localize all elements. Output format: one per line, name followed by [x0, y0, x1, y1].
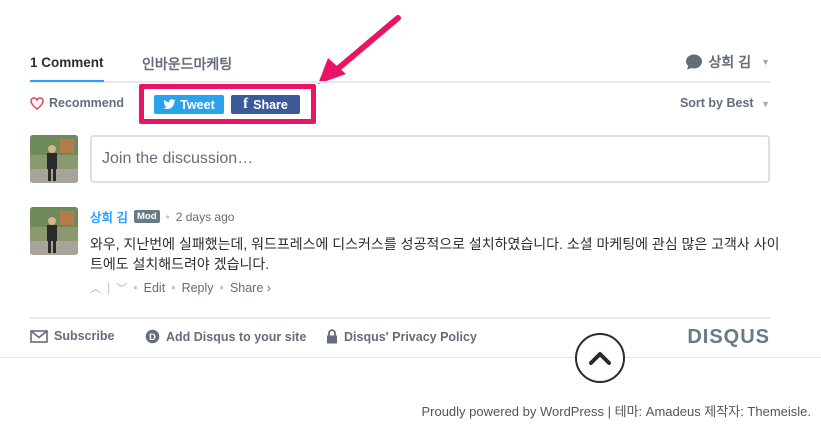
- privacy-link[interactable]: Disqus' Privacy Policy: [326, 329, 477, 344]
- speech-bubble-icon: [685, 54, 702, 70]
- disqus-logo[interactable]: DISQUS: [687, 326, 770, 349]
- share-highlight-box: Tweet f Share: [139, 84, 316, 124]
- dot-separator: •: [219, 281, 224, 295]
- tweet-label: Tweet: [180, 97, 215, 112]
- user-photo: [30, 207, 78, 255]
- comment-header: 상희 김 Mod • 2 days ago: [90, 207, 770, 226]
- facebook-f-icon: f: [243, 96, 249, 112]
- thread-nav: 1 Comment 인바운드마케팅 상희 김 ▼: [30, 43, 770, 83]
- recommend-button[interactable]: Recommend: [30, 96, 124, 110]
- user-name: 상희 김: [708, 54, 752, 70]
- dot-separator: •: [171, 281, 176, 295]
- add-disqus-label: Add Disqus to your site: [166, 329, 307, 344]
- thread-toolbar: Recommend Tweet f Share Sort by Best ▼: [30, 84, 770, 124]
- chevron-down-icon: ▼: [761, 99, 770, 109]
- sort-dropdown[interactable]: Sort by Best ▼: [680, 96, 770, 110]
- disqus-d-icon: D: [145, 329, 160, 344]
- svg-text:D: D: [149, 332, 156, 342]
- comment-actions: ︿ | ﹀ • Edit • Reply • Share ›: [90, 280, 770, 296]
- comment-text: 와우, 지난번에 실패했는데, 워드프레스에 디스커스를 성공적으로 설치하였습…: [90, 236, 780, 272]
- chevron-up-icon: [589, 352, 611, 365]
- lock-icon: [327, 329, 337, 344]
- disqus-thread: 1 Comment 인바운드마케팅 상희 김 ▼ Recommend Tweet: [30, 0, 779, 357]
- comment-input[interactable]: Join the discussion…: [90, 135, 770, 183]
- divider: |: [107, 281, 111, 295]
- facebook-share-button[interactable]: f Share: [231, 95, 300, 114]
- upvote-icon[interactable]: ︿: [90, 280, 101, 296]
- site-footer-credit: Proudly powered by WordPress | 테마: Amade…: [421, 404, 811, 419]
- user-menu[interactable]: 상희 김 ▼: [685, 52, 770, 72]
- mod-badge: Mod: [133, 210, 160, 223]
- dot-separator: •: [165, 209, 170, 224]
- user-photo: [30, 135, 78, 183]
- share-label: Share: [253, 97, 288, 112]
- heart-icon: [30, 96, 44, 110]
- dot-separator: •: [133, 281, 138, 295]
- avatar: [30, 135, 78, 183]
- tab-community[interactable]: 인바운드마케팅: [142, 54, 232, 74]
- tab-comment-count[interactable]: 1 Comment: [30, 55, 104, 82]
- chevron-down-icon: ▼: [761, 57, 770, 67]
- add-disqus-link[interactable]: D Add Disqus to your site: [145, 329, 306, 344]
- envelope-icon: [30, 329, 48, 343]
- privacy-label: Disqus' Privacy Policy: [344, 329, 477, 344]
- reply-link[interactable]: Reply: [182, 281, 214, 295]
- downvote-icon[interactable]: ﹀: [116, 280, 127, 296]
- avatar[interactable]: [30, 207, 78, 255]
- scroll-to-top-button[interactable]: [575, 333, 625, 383]
- disqus-footer: Subscribe D Add Disqus to your site Disq…: [30, 317, 770, 357]
- comment: 상희 김 Mod • 2 days ago 와우, 지난번에 실패했는데, 워드…: [90, 207, 779, 296]
- edit-link[interactable]: Edit: [144, 281, 166, 295]
- comment-author[interactable]: 상희 김: [90, 207, 128, 226]
- tweet-button[interactable]: Tweet: [154, 95, 224, 114]
- share-link[interactable]: Share ›: [230, 281, 271, 295]
- comment-timestamp[interactable]: 2 days ago: [176, 210, 235, 224]
- twitter-bird-icon: [163, 99, 176, 110]
- subscribe-label: Subscribe: [54, 329, 115, 343]
- subscribe-link[interactable]: Subscribe: [30, 329, 114, 343]
- sort-label: Sort by Best: [679, 96, 754, 110]
- page-divider: [0, 357, 821, 358]
- recommend-label: Recommend: [49, 96, 125, 110]
